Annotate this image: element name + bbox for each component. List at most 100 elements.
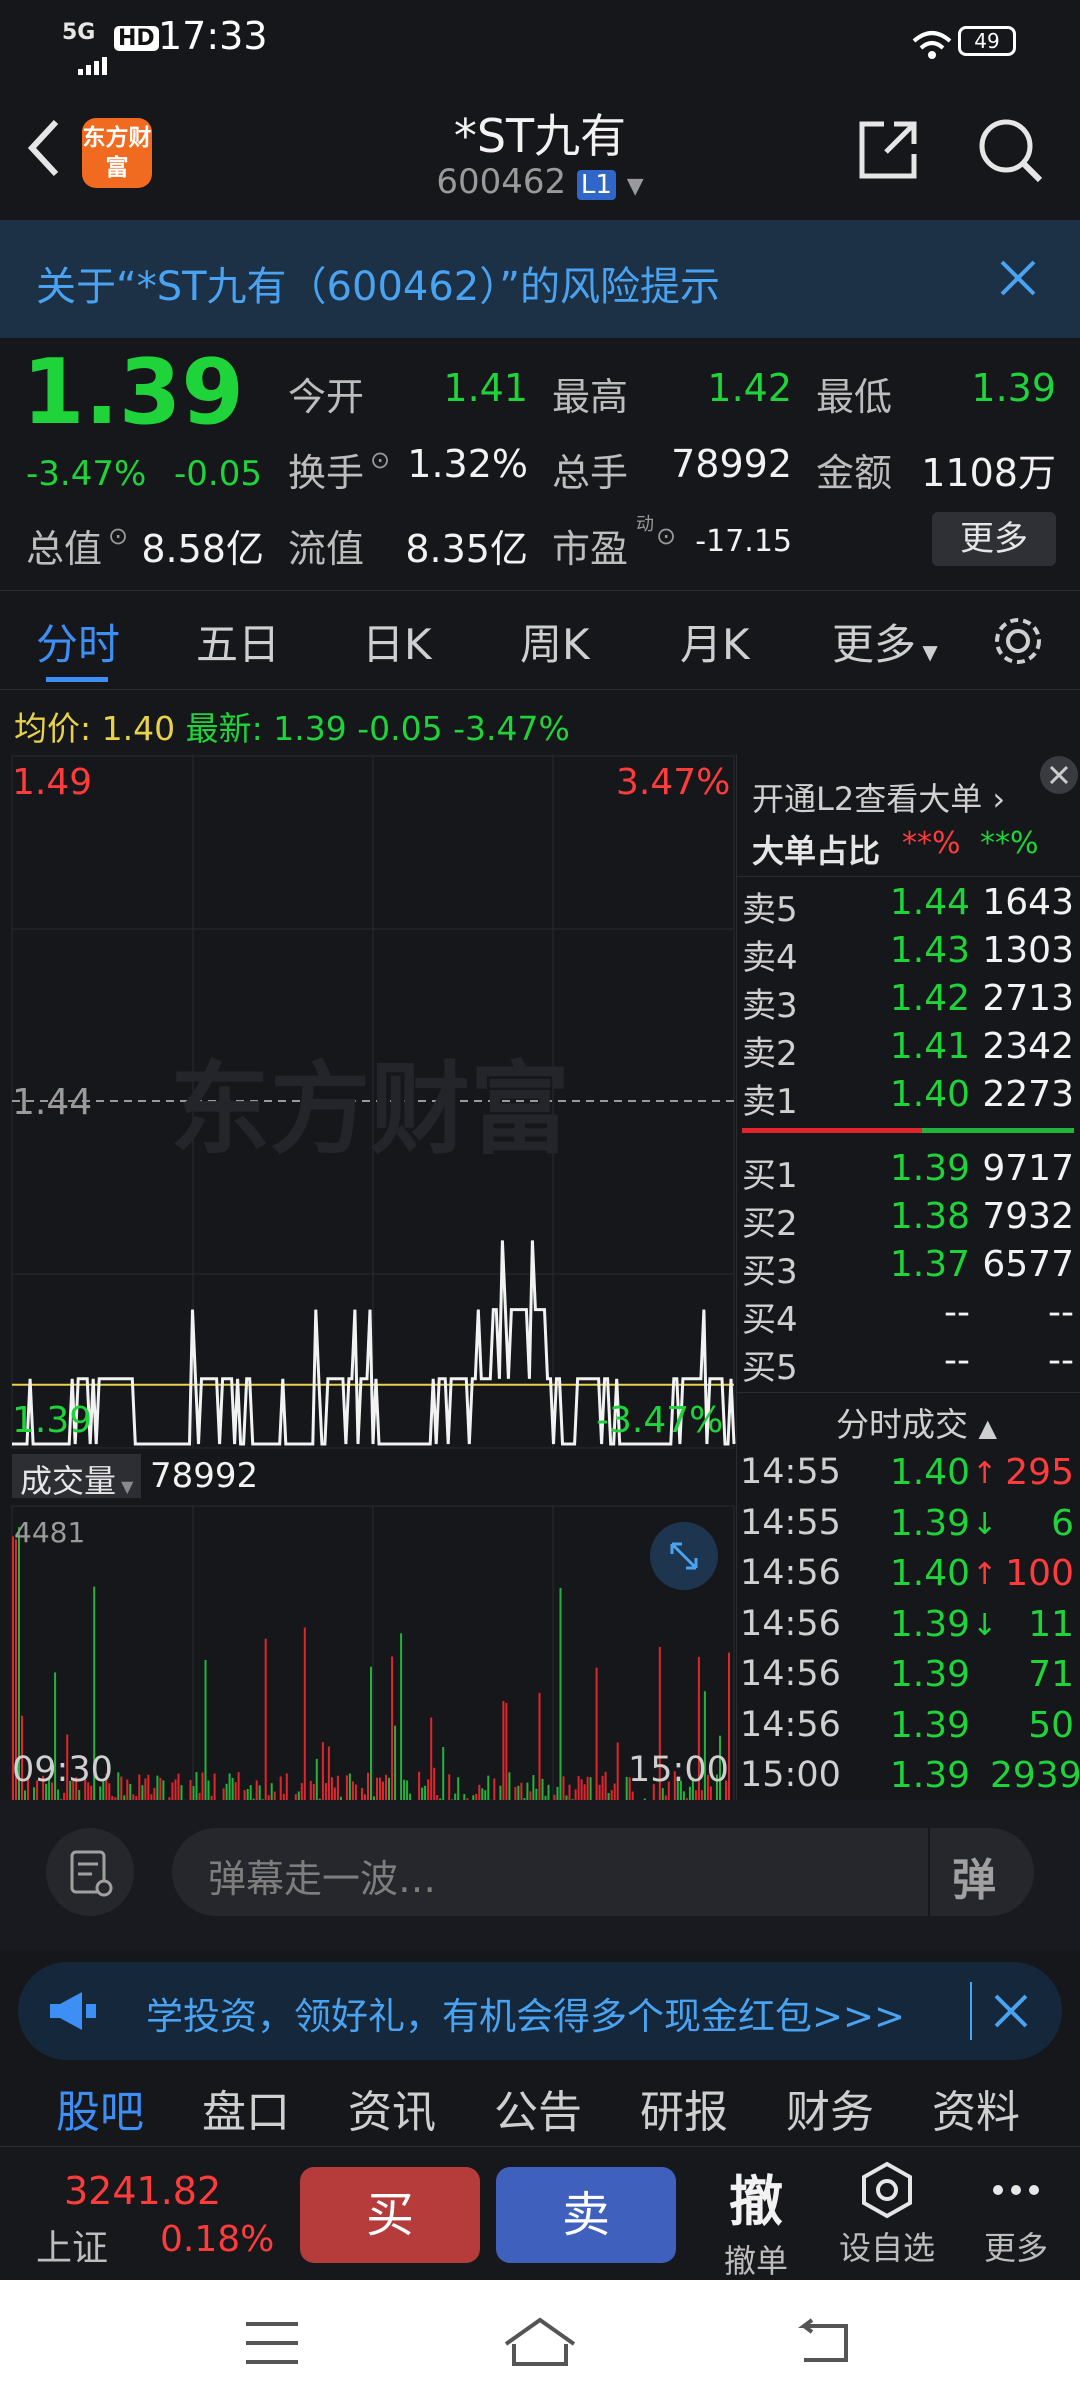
tick-price: 1.39 bbox=[889, 1704, 970, 1746]
tab-weekly-k[interactable]: 周K bbox=[520, 611, 590, 672]
volume-max-label: 4481 bbox=[14, 1516, 86, 1549]
promo-banner[interactable]: 学投资，领好礼，有机会得多个现金红包>>> bbox=[18, 1962, 1062, 2060]
tick-price: 1.39 bbox=[889, 1502, 970, 1544]
big-order-buy: **% bbox=[902, 826, 961, 861]
tick-volume: 71 bbox=[1028, 1654, 1074, 1695]
sell-button[interactable]: 卖 bbox=[496, 2167, 676, 2263]
bid-volume: 6577 bbox=[982, 1244, 1074, 1285]
nav-bar: 东方财富 *ST九有 600462 L1 ▼ bbox=[0, 90, 1080, 220]
tick-time: 14:56 bbox=[740, 1704, 841, 1745]
tick-price: 1.39 bbox=[889, 1603, 970, 1645]
volume-bar bbox=[321, 1742, 324, 1806]
float-label: 流值 bbox=[288, 527, 365, 571]
divider bbox=[736, 876, 1080, 877]
last-value: 1.39 bbox=[273, 709, 347, 748]
tick-time: 14:56 bbox=[740, 1603, 841, 1644]
tab-pankou[interactable]: 盘口 bbox=[202, 2076, 290, 2140]
expand-button[interactable] bbox=[650, 1522, 718, 1590]
more-button[interactable]: 更多 bbox=[932, 512, 1056, 566]
volume-bar bbox=[391, 1656, 394, 1806]
volume-value: 78992 bbox=[671, 442, 792, 486]
tick-volume: 295 bbox=[1005, 1452, 1074, 1493]
bid-level-label: 买3 bbox=[742, 1252, 798, 1292]
back-icon[interactable] bbox=[22, 116, 66, 184]
tab-finance[interactable]: 财务 bbox=[786, 2076, 874, 2140]
close-icon[interactable] bbox=[998, 258, 1038, 302]
l2-promo-link[interactable]: 开通L2查看大单 › bbox=[752, 774, 1005, 820]
cancel-order-button[interactable]: 撤 撤单 bbox=[716, 2157, 796, 2282]
back-nav-icon[interactable] bbox=[796, 2316, 852, 2372]
hexagon-gear-icon bbox=[862, 2161, 912, 2219]
volume-bar bbox=[538, 1692, 541, 1806]
index-name: 上证 bbox=[36, 2228, 109, 2269]
tab-more[interactable]: 更多 ▼ bbox=[832, 611, 938, 672]
last-label: 最新: bbox=[185, 709, 263, 748]
stock-code-row[interactable]: 600462 L1 ▼ bbox=[330, 162, 750, 202]
search-icon[interactable] bbox=[976, 116, 1046, 190]
tab-research[interactable]: 研报 bbox=[640, 2076, 728, 2140]
danmaku-bar: 弹幕走一波… 弹 bbox=[0, 1800, 1080, 1950]
chart-tabs: 分时 五日 日K 周K 月K 更多 ▼ bbox=[0, 590, 1080, 690]
time-end: 15:00 bbox=[628, 1750, 729, 1790]
content-tabs: 股吧 盘口 资讯 公告 研报 财务 资料 bbox=[0, 2070, 1080, 2146]
tab-profile[interactable]: 资料 bbox=[932, 2076, 1020, 2140]
volume-label: 总手 bbox=[552, 451, 629, 495]
caret-up-icon: ▲ bbox=[978, 1414, 997, 1442]
volume-bar bbox=[204, 1660, 207, 1806]
add-watchlist-button[interactable]: 设自选 bbox=[834, 2161, 940, 2269]
buy-button[interactable]: 买 bbox=[300, 2167, 480, 2263]
wifi-icon bbox=[912, 26, 952, 70]
tab-monthly-k[interactable]: 月K bbox=[680, 611, 750, 672]
risk-banner[interactable]: 关于“*ST九有（600462）”的风险提示 bbox=[0, 220, 1080, 338]
menu-icon[interactable] bbox=[244, 2320, 300, 2370]
megaphone-icon bbox=[48, 1990, 100, 2036]
share-icon[interactable] bbox=[856, 118, 920, 186]
risk-text: 关于“*ST九有（600462）”的风险提示 bbox=[36, 264, 720, 310]
ask-price: 1.40 bbox=[889, 1074, 970, 1115]
more-actions-label: 更多 bbox=[983, 2229, 1048, 2267]
big-order-sell: **% bbox=[980, 826, 1039, 861]
bid-level-label: 买4 bbox=[742, 1300, 798, 1340]
expand-icon bbox=[670, 1542, 698, 1570]
divider bbox=[736, 1392, 1080, 1393]
ask-volume: 1643 bbox=[982, 882, 1074, 923]
info-icon[interactable]: ⊙ bbox=[370, 446, 390, 474]
danmaku-placeholder: 弹幕走一波… bbox=[208, 1857, 437, 1901]
danmaku-settings-button[interactable] bbox=[46, 1828, 134, 1916]
tab-news[interactable]: 资讯 bbox=[348, 2076, 436, 2140]
close-icon[interactable] bbox=[992, 1992, 1030, 2034]
tab-announcements[interactable]: 公告 bbox=[494, 2076, 582, 2140]
tab-intraday[interactable]: 分时 bbox=[36, 611, 120, 672]
tab-daily-k[interactable]: 日K bbox=[362, 611, 432, 672]
danmaku-toggle-icon[interactable]: 弹 bbox=[952, 1844, 996, 1908]
ask-volume: 2342 bbox=[982, 1026, 1074, 1067]
ask-price: 1.41 bbox=[889, 1026, 970, 1067]
volume-indicator-select[interactable]: 成交量 ▼ bbox=[12, 1454, 142, 1500]
tab-5day[interactable]: 五日 bbox=[196, 611, 280, 672]
bid-volume: 9717 bbox=[982, 1148, 1074, 1189]
info-icon[interactable]: ⊙ bbox=[656, 522, 676, 550]
system-nav-bar bbox=[0, 2280, 1080, 2408]
more-actions-button[interactable]: 更多 bbox=[976, 2161, 1056, 2269]
close-icon[interactable] bbox=[1040, 756, 1078, 794]
intraday-chart-svg[interactable]: 东方财富 bbox=[0, 754, 736, 1854]
tick-volume: 100 bbox=[1005, 1553, 1074, 1594]
danmaku-settings-icon bbox=[70, 1850, 113, 1897]
volume-bar bbox=[442, 1747, 445, 1806]
danmaku-input[interactable]: 弹幕走一波… 弹 bbox=[172, 1828, 1034, 1916]
volume-bar bbox=[595, 1667, 598, 1806]
volume-bar bbox=[502, 1701, 505, 1806]
home-icon[interactable] bbox=[502, 2314, 578, 2374]
tick-price: 1.39 bbox=[889, 1755, 970, 1796]
settings-gear-icon[interactable] bbox=[990, 613, 1046, 673]
pe-value: -17.15 bbox=[695, 524, 792, 559]
tick-time: 14:56 bbox=[740, 1553, 841, 1593]
bottom-price-label: 1.39 bbox=[12, 1400, 93, 1441]
signal-icon bbox=[78, 40, 108, 75]
index-value[interactable]: 3241.82 bbox=[64, 2169, 221, 2213]
ticks-header[interactable]: 分时成交 ▲ bbox=[836, 1398, 997, 1446]
tab-guba[interactable]: 股吧 bbox=[56, 2076, 144, 2140]
watermark: 东方财富 bbox=[170, 1051, 570, 1168]
pe-label: 市盈 bbox=[552, 527, 629, 571]
info-icon[interactable]: ⊙ bbox=[108, 522, 128, 550]
